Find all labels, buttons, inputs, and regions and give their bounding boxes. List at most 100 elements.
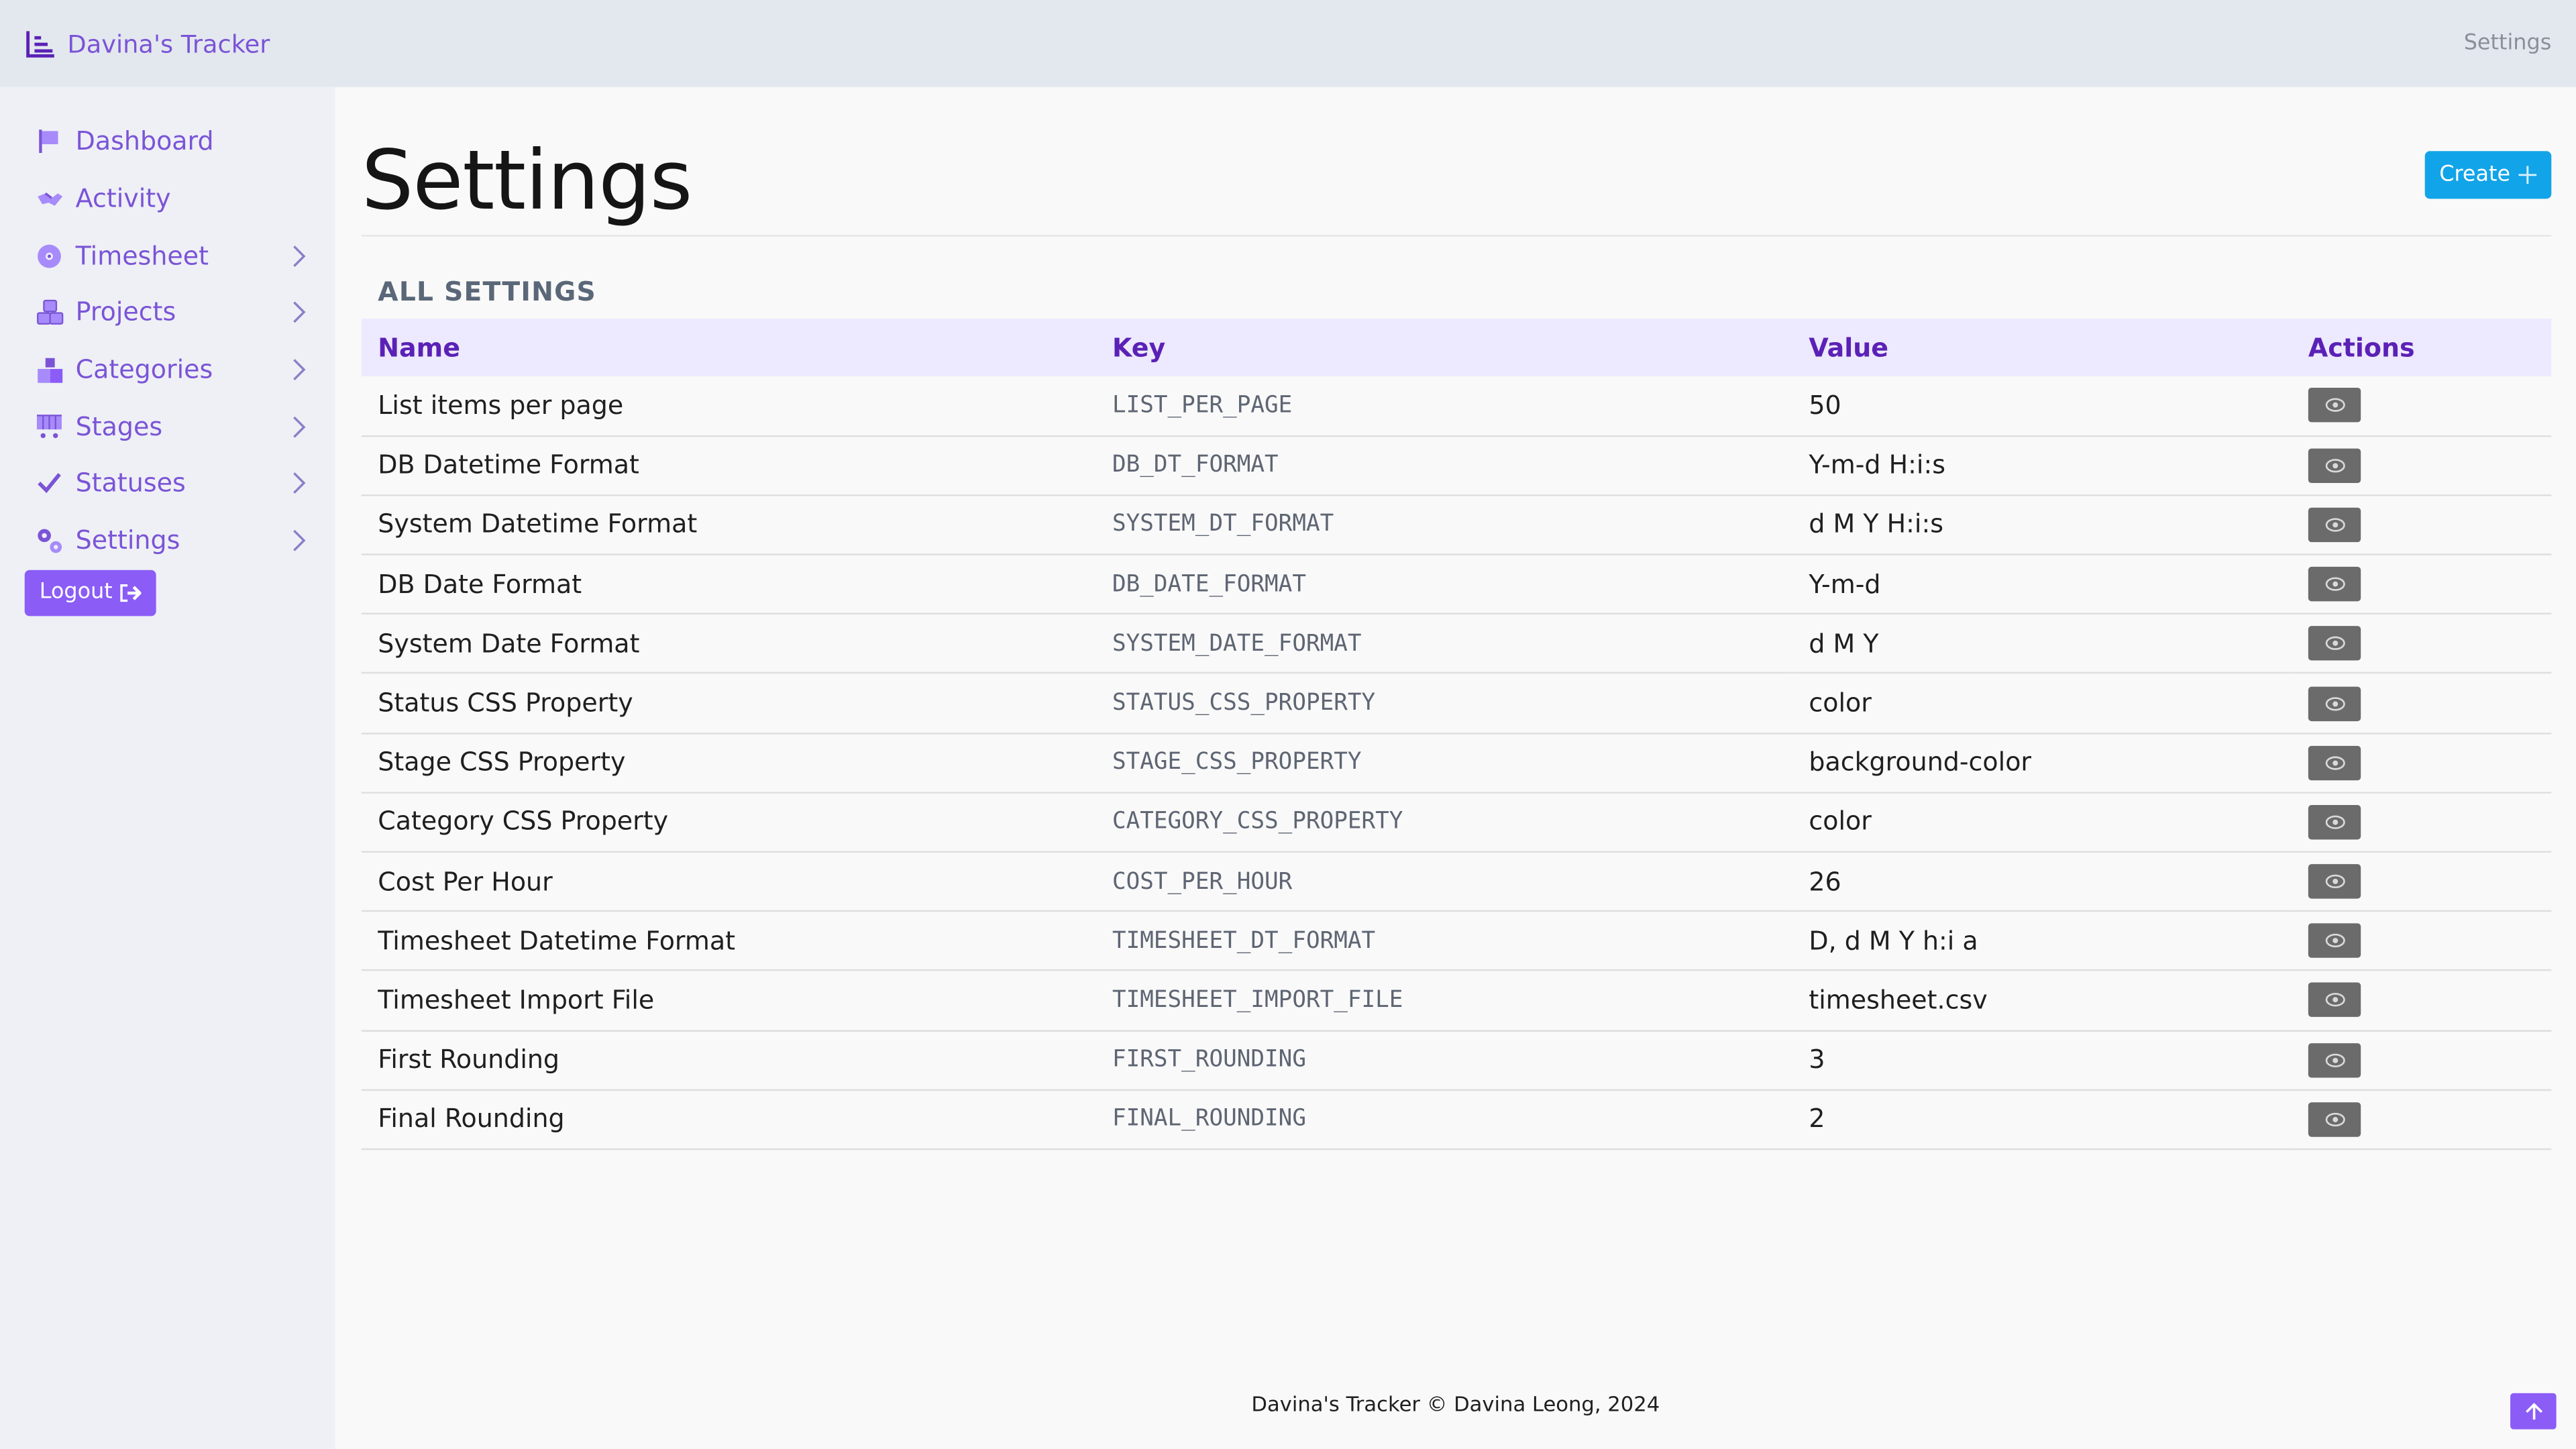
eye-icon [2324, 637, 2345, 651]
setting-value: background-color [1792, 733, 2292, 794]
chevron-right-icon [293, 245, 306, 267]
logout-button[interactable]: Logout [24, 569, 156, 616]
page-title: Settings [361, 133, 693, 229]
setting-name: System Date Format [361, 614, 1096, 675]
chevron-right-icon [293, 302, 306, 324]
setting-key: DB_DATE_FORMAT [1095, 554, 1792, 615]
title-divider [361, 235, 2552, 237]
setting-key: SYSTEM_DT_FORMAT [1095, 495, 1792, 555]
sidebar-item-settings[interactable]: Settings [0, 513, 335, 570]
setting-name: List items per page [361, 376, 1096, 437]
table-row: Status CSS Property STATUS_CSS_PROPERTY co… [361, 673, 2552, 734]
sidebar-item-label: Statuses [75, 469, 186, 499]
setting-name: Final Rounding [361, 1089, 1096, 1150]
handshake-icon [34, 184, 64, 213]
setting-name: First Rounding [361, 1030, 1096, 1091]
sidebar-item-projects[interactable]: Projects [0, 284, 335, 341]
table-row: List items per page LIST_PER_PAGE 50 [361, 376, 2552, 437]
row-actions [2292, 376, 2552, 437]
view-button[interactable] [2308, 924, 2361, 959]
setting-key: SYSTEM_DATE_FORMAT [1095, 614, 1792, 675]
sidebar-item-categories[interactable]: Categories [0, 341, 335, 398]
table-row: Cost Per Hour COST_PER_HOUR 26 [361, 851, 2552, 912]
view-button[interactable] [2308, 1042, 2361, 1077]
row-actions [2292, 495, 2552, 555]
eye-icon [2324, 696, 2345, 710]
row-actions [2292, 614, 2552, 675]
back-to-top-button[interactable] [2510, 1393, 2557, 1430]
view-button[interactable] [2308, 626, 2361, 661]
view-button[interactable] [2308, 864, 2361, 899]
view-button[interactable] [2308, 804, 2361, 840]
setting-key: FIRST_ROUNDING [1095, 1030, 1792, 1091]
row-actions [2292, 1030, 2552, 1091]
view-button[interactable] [2308, 507, 2361, 543]
setting-key: STATUS_CSS_PROPERTY [1095, 673, 1792, 734]
eye-icon [2324, 994, 2345, 1008]
section-title: ALL SETTINGS [378, 276, 596, 307]
eye-icon [2324, 398, 2345, 413]
setting-key: LIST_PER_PAGE [1095, 376, 1792, 437]
setting-value: color [1792, 792, 2292, 853]
row-actions [2292, 971, 2552, 1031]
eye-icon [2324, 755, 2345, 770]
eye-icon [2324, 1112, 2345, 1126]
view-button[interactable] [2308, 1102, 2361, 1137]
setting-name: Stage CSS Property [361, 733, 1096, 794]
setting-name: Status CSS Property [361, 673, 1096, 734]
row-actions [2292, 1089, 2552, 1150]
table-row: DB Date Format DB_DATE_FORMAT Y-m-d [361, 554, 2552, 615]
sidebar-item-timesheet[interactable]: Timesheet [0, 227, 335, 284]
sidebar-item-label: Settings [75, 526, 180, 556]
eye-icon [2324, 577, 2345, 592]
view-button[interactable] [2308, 745, 2361, 780]
setting-value: 50 [1792, 376, 2292, 437]
plus-icon [2518, 166, 2537, 184]
eye-icon [2324, 934, 2345, 948]
setting-key: FINAL_ROUNDING [1095, 1089, 1792, 1150]
sidebar-item-activity[interactable]: Activity [0, 170, 335, 227]
create-button[interactable]: Create [2424, 151, 2552, 199]
brand-link[interactable]: Davina's Tracker [25, 27, 270, 60]
table-row: Stage CSS Property STAGE_CSS_PROPERTY back… [361, 733, 2552, 794]
row-actions [2292, 792, 2552, 853]
table-row: Final Rounding FINAL_ROUNDING 2 [361, 1089, 2552, 1150]
chevron-right-icon [293, 530, 306, 552]
setting-key: COST_PER_HOUR [1095, 851, 1792, 912]
chevron-right-icon [293, 473, 306, 495]
view-button[interactable] [2308, 983, 2361, 1018]
view-button[interactable] [2308, 567, 2361, 602]
view-button[interactable] [2308, 686, 2361, 720]
column-header-name: Name [378, 332, 460, 363]
sidebar-item-label: Projects [75, 298, 176, 328]
eye-icon [2324, 518, 2345, 532]
column-header-key: Key [1112, 332, 1166, 363]
sidebar-item-label: Stages [75, 412, 163, 442]
row-actions [2292, 673, 2552, 734]
setting-value: timesheet.csv [1792, 971, 2292, 1031]
column-header-value: Value [1809, 332, 1889, 363]
view-button[interactable] [2308, 388, 2361, 423]
row-actions [2292, 554, 2552, 615]
logout-button-label: Logout [39, 580, 113, 605]
settings-table: Name Key Value Actions List items per pa… [361, 319, 2552, 1150]
setting-key: DB_DT_FORMAT [1095, 435, 1792, 496]
view-button[interactable] [2308, 448, 2361, 483]
sidebar-item-dashboard[interactable]: Dashboard [0, 113, 335, 170]
row-actions [2292, 733, 2552, 794]
column-header-actions: Actions [2308, 332, 2415, 363]
check-icon [34, 469, 64, 498]
row-actions [2292, 851, 2552, 912]
top-navbar: Davina's Tracker Settings [0, 0, 2576, 87]
setting-name: Cost Per Hour [361, 851, 1096, 912]
table-row: First Rounding FIRST_ROUNDING 3 [361, 1030, 2552, 1091]
sidebar-item-label: Timesheet [75, 241, 209, 271]
setting-value: d M Y H:i:s [1792, 495, 2292, 555]
brand-title: Davina's Tracker [67, 28, 270, 58]
sidebar-item-stages[interactable]: Stages [0, 398, 335, 455]
setting-value: color [1792, 673, 2292, 734]
eye-icon [2324, 874, 2345, 889]
setting-name: System Datetime Format [361, 495, 1096, 555]
sidebar-item-statuses[interactable]: Statuses [0, 455, 335, 513]
setting-key: STAGE_CSS_PROPERTY [1095, 733, 1792, 794]
